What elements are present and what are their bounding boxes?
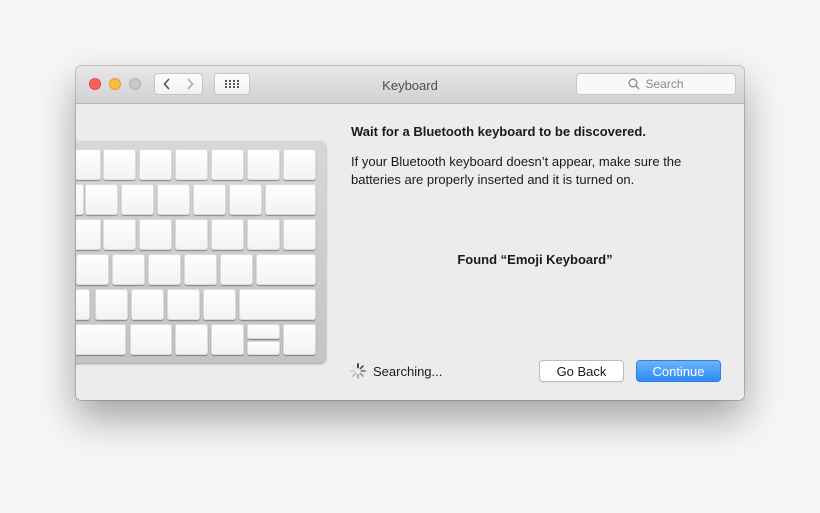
keyboard-key — [95, 289, 128, 320]
keyboard-key — [283, 149, 316, 180]
keyboard-illustration — [76, 141, 326, 363]
keyboard-key — [76, 184, 84, 215]
keyboard-key — [247, 149, 280, 180]
keyboard-key — [193, 184, 226, 215]
keyboard-key — [211, 219, 244, 250]
keyboard-key — [247, 219, 280, 250]
search-icon — [629, 78, 640, 90]
keyboard-key — [211, 324, 244, 355]
search-placeholder: Search — [645, 77, 684, 91]
keyboard-key — [256, 254, 316, 285]
keyboard-key — [103, 149, 136, 180]
keyboard-key — [203, 289, 236, 320]
keyboard-key — [76, 219, 101, 250]
keyboard-key — [239, 289, 316, 320]
keyboard-key — [131, 289, 164, 320]
keyboard-key — [220, 254, 253, 285]
keyboard-key — [112, 254, 145, 285]
keyboard-key — [175, 219, 208, 250]
keyboard-key — [157, 184, 190, 215]
keyboard-key — [211, 149, 244, 180]
keyboard-key — [175, 149, 208, 180]
instruction-description: If your Bluetooth keyboard doesn’t appea… — [351, 154, 682, 187]
keyboard-arrow-key — [247, 324, 280, 339]
keyboard-key — [184, 254, 217, 285]
keyboard-arrow-key — [247, 341, 280, 355]
keyboard-setup-window: Keyboard Search Wait for a Bluetooth key… — [76, 66, 744, 400]
keyboard-key — [76, 324, 126, 355]
search-field[interactable]: Search — [576, 73, 736, 95]
keyboard-key — [76, 289, 90, 320]
keyboard-key — [130, 324, 172, 355]
keyboard-key — [175, 324, 208, 355]
keyboard-key — [148, 254, 181, 285]
keyboard-key — [265, 184, 316, 215]
keyboard-key — [85, 184, 118, 215]
go-back-button[interactable]: Go Back — [539, 360, 624, 382]
keyboard-key — [167, 289, 200, 320]
keyboard-key — [76, 254, 109, 285]
keyboard-key — [139, 149, 172, 180]
title-bar: Keyboard Search — [76, 66, 744, 104]
keyboard-key — [283, 324, 316, 355]
keyboard-key — [139, 219, 172, 250]
keyboard-key — [229, 184, 262, 215]
keyboard-key — [283, 219, 316, 250]
keyboard-key — [76, 149, 101, 180]
instruction-heading: Wait for a Bluetooth keyboard to be disc… — [351, 124, 646, 139]
continue-button[interactable]: Continue — [636, 360, 721, 382]
spinner-icon — [350, 363, 366, 379]
found-device-label: Found “Emoji Keyboard” — [457, 252, 613, 267]
searching-status: Searching... — [373, 364, 443, 379]
keyboard-key — [103, 219, 136, 250]
keyboard-key — [121, 184, 154, 215]
